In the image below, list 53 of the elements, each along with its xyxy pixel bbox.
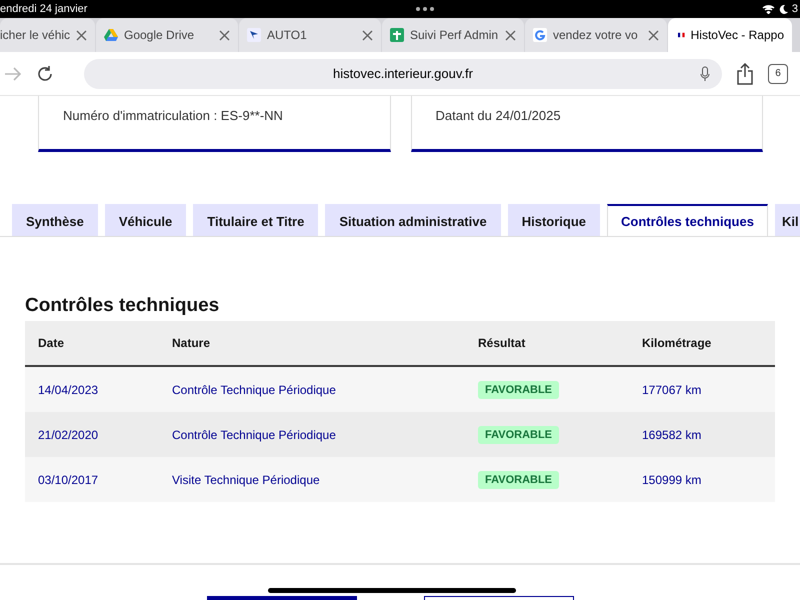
close-icon[interactable] <box>648 30 659 40</box>
close-icon[interactable] <box>505 30 516 40</box>
moon-icon <box>778 4 788 14</box>
table-cell-text: 177067 km <box>642 382 702 396</box>
table-cell-text: 21/02/2020 <box>38 428 100 442</box>
result-badge: FAVORABLE <box>478 380 560 398</box>
flag-icon <box>678 31 685 39</box>
table-cell-text: 03/10/2017 <box>38 472 100 486</box>
browser-tab[interactable]: Google Drive <box>96 18 238 52</box>
page-tab[interactable]: Synthèse <box>12 204 98 236</box>
table-cell-text: Contrôle Technique Périodique <box>172 428 337 442</box>
triangle-logo-icon <box>104 29 118 41</box>
table-cell-text: 169582 km <box>642 428 702 442</box>
browser-tab[interactable]: vendez votre vo <box>525 18 667 52</box>
page-tab[interactable]: Historique <box>508 204 600 236</box>
table-cell-text: Contrôle Technique Périodique <box>172 382 337 396</box>
close-icon[interactable] <box>219 30 230 40</box>
page-tab[interactable]: Véhicule <box>104 204 186 236</box>
page-tab[interactable]: Contrôles techniques <box>607 204 768 236</box>
column-header: Kilométrage <box>642 336 712 350</box>
page-tab[interactable]: Titulaire et Titre <box>193 204 318 236</box>
tab-count[interactable]: 6 <box>768 64 788 84</box>
result-badge: FAVORABLE <box>478 426 560 444</box>
status-date: endredi 24 janvier <box>0 3 88 15</box>
browser-tab[interactable]: Suivi Perf Admin <box>382 18 524 52</box>
table-cell-text: 14/04/2023 <box>38 382 100 396</box>
reload-icon[interactable] <box>36 64 54 82</box>
table-cell-text: 150999 km <box>642 472 702 486</box>
browser-tab[interactable]: HistoVec - Rappo <box>668 18 792 52</box>
close-icon[interactable] <box>362 30 373 40</box>
column-header: Date <box>38 336 66 350</box>
sheet-icon <box>390 28 404 42</box>
microphone-icon[interactable] <box>700 66 710 82</box>
share-icon[interactable] <box>736 62 754 84</box>
letter-g-icon <box>533 28 547 42</box>
section-title: Contrôles techniques <box>25 295 220 317</box>
battery-percent: 3 <box>792 3 798 15</box>
button-edge[interactable] <box>424 596 574 600</box>
result-badge: FAVORABLE <box>478 470 560 488</box>
address-bar[interactable]: histovec.interieur.gouv.fr <box>84 58 722 88</box>
info-card: Datant du 24/01/2025 <box>410 96 763 152</box>
wifi-icon <box>762 4 775 14</box>
column-header: Nature <box>172 336 212 350</box>
info-card: Numéro d'immatriculation : ES-9**-NN <box>38 96 390 152</box>
browser-tab[interactable]: AUTO1 <box>239 18 381 52</box>
browser-tab[interactable]: icher le véhic <box>0 18 95 52</box>
arrow-logo-icon <box>247 28 261 42</box>
page-tab[interactable]: Kil <box>774 204 800 236</box>
page-tab[interactable]: Situation administrative <box>325 204 501 236</box>
column-header: Résultat <box>478 336 526 350</box>
more-icon[interactable] <box>416 7 434 11</box>
close-icon[interactable] <box>76 30 87 40</box>
table-cell-text: Visite Technique Périodique <box>172 472 321 486</box>
